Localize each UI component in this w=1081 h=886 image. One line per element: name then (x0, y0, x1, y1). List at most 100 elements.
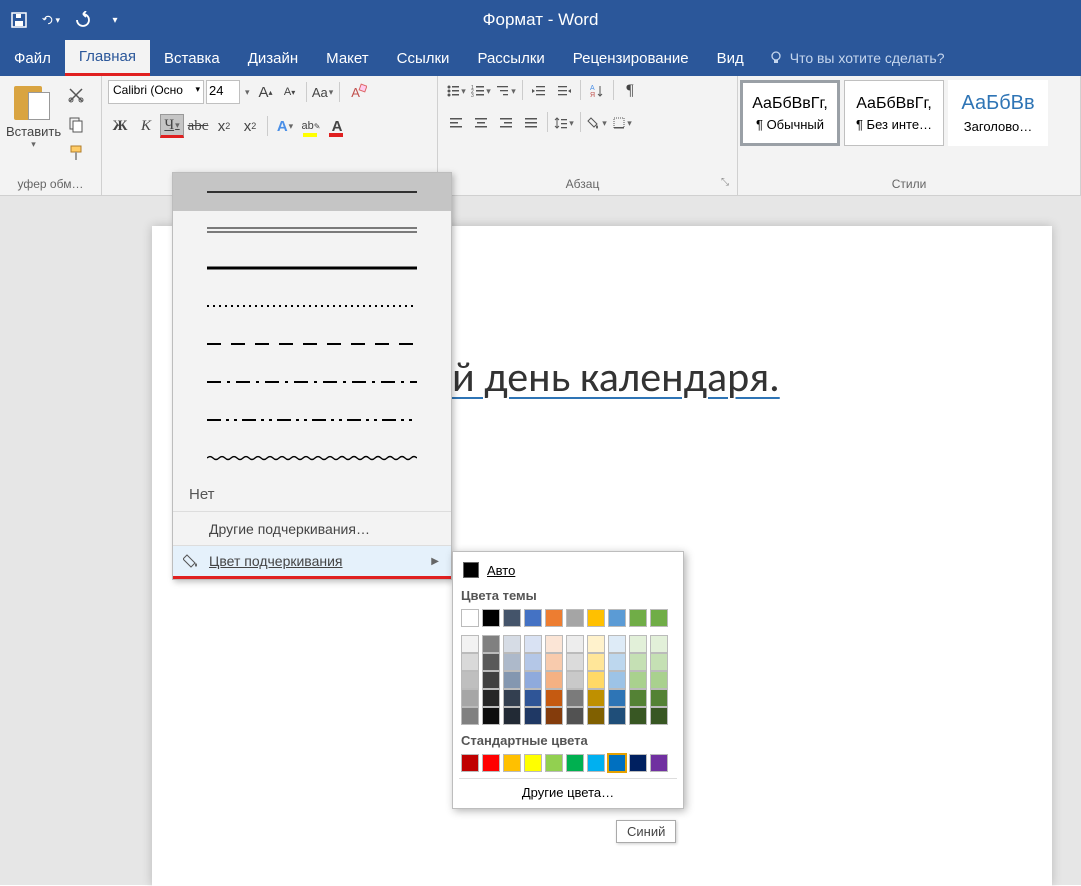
line-spacing-button[interactable] (552, 112, 576, 134)
highlight-button[interactable]: ab✎ (299, 114, 323, 138)
tab-review[interactable]: Рецензирование (559, 40, 703, 76)
color-swatch[interactable] (650, 707, 668, 725)
color-swatch[interactable] (545, 707, 563, 725)
color-swatch[interactable] (461, 671, 479, 689)
underline-style-wave[interactable] (173, 439, 451, 477)
underline-style-single[interactable] (173, 173, 451, 211)
multilevel-button[interactable] (494, 80, 518, 102)
color-swatch[interactable] (545, 671, 563, 689)
sort-button[interactable]: AЯ (585, 80, 609, 102)
shrink-font-button[interactable]: A▾ (279, 81, 301, 103)
color-swatch[interactable] (503, 609, 521, 627)
color-swatch[interactable] (545, 754, 563, 772)
color-swatch[interactable] (503, 689, 521, 707)
color-swatch[interactable] (545, 653, 563, 671)
color-swatch[interactable] (503, 754, 521, 772)
align-left-button[interactable] (444, 112, 468, 134)
numbering-button[interactable]: 123 (469, 80, 493, 102)
clear-format-button[interactable]: A (345, 81, 367, 103)
color-swatch[interactable] (545, 609, 563, 627)
color-swatch[interactable] (566, 635, 584, 653)
shading-button[interactable] (585, 112, 609, 134)
color-swatch[interactable] (587, 635, 605, 653)
color-swatch[interactable] (482, 671, 500, 689)
color-swatch[interactable] (650, 653, 668, 671)
color-swatch[interactable] (566, 754, 584, 772)
color-swatch[interactable] (608, 635, 626, 653)
align-center-button[interactable] (469, 112, 493, 134)
color-swatch[interactable] (545, 635, 563, 653)
undo-icon[interactable]: ▾ (42, 11, 60, 29)
color-swatch[interactable] (629, 671, 647, 689)
color-swatch[interactable] (545, 689, 563, 707)
color-swatch[interactable] (524, 689, 542, 707)
color-swatch[interactable] (608, 707, 626, 725)
tell-me-search[interactable]: Что вы хотите сделать? (758, 40, 955, 76)
save-icon[interactable] (10, 11, 28, 29)
color-swatch[interactable] (461, 754, 479, 772)
font-color-button[interactable]: A (325, 114, 349, 138)
color-swatch[interactable] (566, 689, 584, 707)
style-heading[interactable]: АаБбВв Заголово… (948, 80, 1048, 146)
color-swatch[interactable] (524, 609, 542, 627)
paragraph-launcher-icon[interactable]: ⤡ (721, 177, 729, 188)
color-swatch[interactable] (503, 653, 521, 671)
color-swatch[interactable] (461, 635, 479, 653)
cut-icon[interactable] (67, 86, 85, 109)
more-colors-option[interactable]: Другие цвета… (459, 778, 677, 802)
color-swatch[interactable] (608, 689, 626, 707)
color-swatch[interactable] (566, 707, 584, 725)
qat-customize-icon[interactable]: ▾ (106, 11, 124, 29)
color-swatch[interactable] (629, 609, 647, 627)
increase-indent-button[interactable] (552, 80, 576, 102)
underline-style-dashdotdot[interactable] (173, 401, 451, 439)
color-swatch[interactable] (461, 707, 479, 725)
color-swatch[interactable] (524, 635, 542, 653)
color-auto[interactable]: Авто (459, 558, 677, 582)
paste-button[interactable]: Вставить ▾ (6, 80, 61, 167)
color-swatch[interactable] (566, 671, 584, 689)
color-swatch[interactable] (482, 609, 500, 627)
color-swatch[interactable] (482, 653, 500, 671)
color-swatch[interactable] (629, 635, 647, 653)
color-swatch[interactable] (587, 707, 605, 725)
color-swatch[interactable] (482, 635, 500, 653)
font-name-combo[interactable]: Calibri (Осно▾ (108, 80, 204, 104)
color-swatch[interactable] (482, 707, 500, 725)
underline-color-option[interactable]: Цвет подчеркивания ▶ (173, 545, 451, 579)
color-swatch[interactable] (608, 671, 626, 689)
bold-button[interactable]: Ж (108, 114, 132, 138)
bullets-button[interactable] (444, 80, 468, 102)
color-swatch[interactable] (524, 671, 542, 689)
color-swatch[interactable] (650, 754, 668, 772)
color-swatch[interactable] (608, 609, 626, 627)
underline-style-dashed[interactable] (173, 325, 451, 363)
tab-references[interactable]: Ссылки (383, 40, 464, 76)
copy-icon[interactable] (67, 115, 85, 138)
font-size-combo[interactable]: 24 (206, 80, 240, 104)
color-swatch[interactable] (587, 689, 605, 707)
align-right-button[interactable] (494, 112, 518, 134)
tab-insert[interactable]: Вставка (150, 40, 234, 76)
format-painter-icon[interactable] (67, 144, 85, 167)
grow-font-button[interactable]: A▴ (255, 81, 277, 103)
underline-more-option[interactable]: Другие подчеркивания… (173, 511, 451, 545)
color-swatch[interactable] (461, 689, 479, 707)
color-swatch[interactable] (650, 671, 668, 689)
subscript-button[interactable]: x2 (212, 114, 236, 138)
color-swatch[interactable] (608, 653, 626, 671)
color-swatch[interactable] (524, 707, 542, 725)
style-no-spacing[interactable]: АаБбВвГг, ¶ Без инте… (844, 80, 944, 146)
color-swatch[interactable] (503, 671, 521, 689)
color-swatch[interactable] (503, 635, 521, 653)
tab-mailings[interactable]: Рассылки (463, 40, 558, 76)
color-swatch[interactable] (629, 653, 647, 671)
underline-style-dashdot[interactable] (173, 363, 451, 401)
underline-style-thick[interactable] (173, 249, 451, 287)
color-swatch[interactable] (461, 609, 479, 627)
color-swatch[interactable] (461, 653, 479, 671)
color-swatch[interactable] (524, 653, 542, 671)
italic-button[interactable]: К (134, 114, 158, 138)
change-case-button[interactable]: Aa (312, 81, 334, 103)
color-swatch[interactable] (587, 653, 605, 671)
